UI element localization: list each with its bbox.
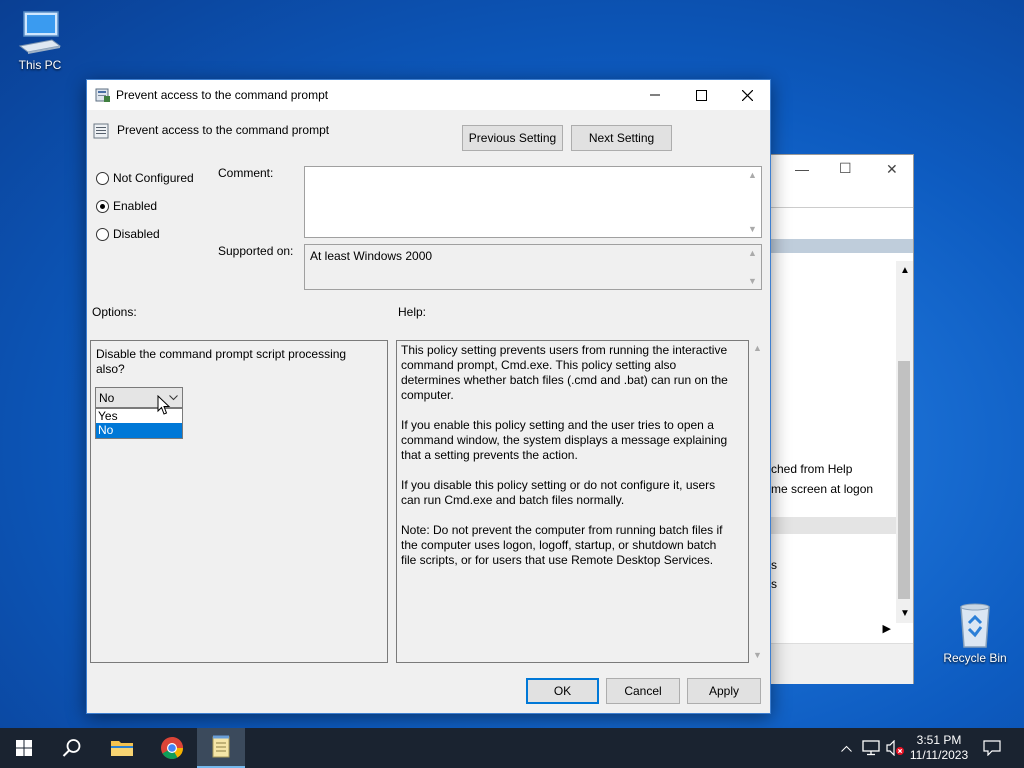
background-window-header-bar — [771, 239, 913, 253]
scrollbar-thumb[interactable] — [898, 361, 910, 599]
supported-on-label: Supported on: — [218, 244, 294, 258]
ok-button[interactable]: OK — [526, 678, 599, 704]
radio-enabled[interactable]: Enabled — [96, 199, 157, 213]
setting-icon — [93, 123, 109, 139]
cancel-button[interactable]: Cancel — [606, 678, 680, 704]
comment-label: Comment: — [218, 166, 274, 180]
search-icon — [62, 739, 81, 757]
chevron-up-icon — [840, 745, 852, 752]
comment-field[interactable]: ▲ ▼ — [304, 166, 762, 238]
scroll-down-icon[interactable]: ▼ — [900, 608, 910, 619]
help-scrollbar[interactable]: ▲ ▼ — [749, 340, 766, 663]
background-window-selected-row — [771, 517, 896, 534]
dialog-title: Prevent access to the command prompt — [116, 88, 329, 102]
show-hidden-icons-button[interactable] — [837, 728, 855, 768]
background-window-scrollbar[interactable]: ▲ ▼ — [896, 261, 913, 623]
option-question: Disable the command prompt script proces… — [96, 347, 347, 376]
dropdown-selected-value: No — [99, 391, 115, 405]
background-window[interactable]: — ☐ ✕ ched from Help me screen at logon … — [770, 154, 914, 684]
maximize-icon — [695, 89, 707, 101]
notepad-icon — [212, 735, 230, 758]
scroll-up-icon[interactable]: ▲ — [744, 170, 761, 180]
apply-button[interactable]: Apply — [687, 678, 761, 704]
setting-name: Prevent access to the command prompt — [117, 123, 330, 137]
scroll-down-icon[interactable]: ▼ — [744, 224, 761, 234]
help-paragraph: If you disable this policy setting or do… — [401, 478, 716, 507]
this-pc-label: This PC — [18, 58, 62, 72]
volume-muted-icon — [886, 740, 904, 756]
dialog-titlebar[interactable]: Prevent access to the command prompt — [87, 80, 770, 110]
previous-setting-button[interactable]: Previous Setting — [462, 125, 563, 151]
radio-disabled-circle — [96, 227, 109, 241]
search-button[interactable] — [48, 728, 96, 768]
maximize-button[interactable] — [678, 80, 724, 110]
chrome-icon — [161, 737, 183, 759]
scroll-up-icon[interactable]: ▲ — [753, 343, 762, 353]
background-window-text: s — [771, 577, 777, 591]
help-label: Help: — [398, 305, 427, 319]
dropdown-option-no[interactable]: No — [96, 423, 182, 438]
notification-center-button[interactable] — [978, 728, 1006, 768]
background-window-text: me screen at logon — [771, 482, 874, 496]
file-explorer-button[interactable] — [98, 728, 146, 768]
help-panel: This policy setting prevents users from … — [396, 340, 749, 663]
radio-not-configured[interactable]: Not Configured — [96, 171, 194, 185]
network-icon — [862, 740, 880, 756]
chrome-button[interactable] — [148, 728, 196, 768]
comment-scrollbar[interactable]: ▲ ▼ — [744, 167, 761, 237]
volume-button[interactable] — [884, 728, 906, 768]
supported-on-scrollbar[interactable]: ▲ ▼ — [744, 245, 761, 289]
notepad-button[interactable] — [197, 728, 245, 768]
scroll-right-icon[interactable]: ▶ — [883, 622, 891, 635]
radio-disabled[interactable]: Disabled — [96, 227, 160, 241]
options-label: Options: — [92, 305, 137, 319]
close-icon — [741, 89, 753, 101]
next-setting-button[interactable]: Next Setting — [571, 125, 672, 151]
radio-not-configured-label: Not Configured — [113, 171, 194, 185]
minimize-button[interactable] — [632, 80, 678, 110]
close-icon[interactable]: ✕ — [886, 161, 898, 178]
recycle-bin-desktop-icon[interactable]: Recycle Bin — [935, 603, 1015, 665]
recycle-bin-label: Recycle Bin — [943, 651, 1007, 665]
background-window-divider — [771, 207, 913, 208]
maximize-icon[interactable]: ☐ — [839, 160, 852, 177]
recycle-bin-icon — [960, 603, 990, 648]
scroll-down-icon[interactable]: ▼ — [753, 650, 762, 660]
background-window-text: ched from Help — [771, 462, 853, 476]
help-paragraph: If you enable this policy setting and th… — [401, 418, 728, 462]
radio-disabled-label: Disabled — [113, 227, 160, 241]
clock-time: 3:51 PM — [916, 733, 962, 747]
scroll-up-icon[interactable]: ▲ — [900, 265, 910, 276]
policy-icon — [95, 88, 110, 102]
notification-icon — [983, 740, 1001, 756]
mouse-cursor-icon — [157, 395, 171, 415]
radio-not-configured-circle — [96, 171, 109, 185]
supported-on-value: At least Windows 2000 — [310, 249, 433, 263]
scroll-down-icon[interactable]: ▼ — [744, 276, 761, 286]
clock[interactable]: 3:51 PM 11/11/2023 — [906, 728, 972, 768]
computer-icon — [18, 11, 62, 54]
radio-enabled-label: Enabled — [113, 199, 158, 213]
minimize-icon[interactable]: — — [795, 161, 809, 177]
help-paragraph: Note: Do not prevent the computer from r… — [401, 523, 723, 567]
policy-setting-dialog[interactable]: Prevent access to the command prompt Pre… — [86, 79, 771, 714]
background-window-titlebar: — ☐ ✕ — [771, 155, 913, 185]
help-paragraph: This policy setting prevents users from … — [401, 343, 728, 402]
supported-on-field: At least Windows 2000 ▲ ▼ — [304, 244, 762, 290]
background-window-text: s — [771, 558, 777, 572]
this-pc-desktop-icon[interactable]: This PC — [0, 10, 80, 72]
folder-icon — [111, 741, 133, 756]
options-panel: Disable the command prompt script proces… — [90, 340, 388, 663]
clock-date: 11/11/2023 — [909, 748, 969, 762]
taskbar: 3:51 PM 11/11/2023 — [0, 728, 1024, 768]
network-button[interactable] — [860, 728, 882, 768]
help-text: This policy setting prevents users from … — [401, 343, 731, 583]
radio-enabled-circle — [96, 199, 109, 213]
close-button[interactable] — [724, 80, 770, 110]
start-button[interactable] — [0, 728, 48, 768]
background-window-status-bar — [771, 643, 913, 684]
scroll-up-icon[interactable]: ▲ — [744, 248, 761, 258]
windows-logo-icon — [16, 740, 32, 756]
minimize-icon — [650, 94, 660, 96]
